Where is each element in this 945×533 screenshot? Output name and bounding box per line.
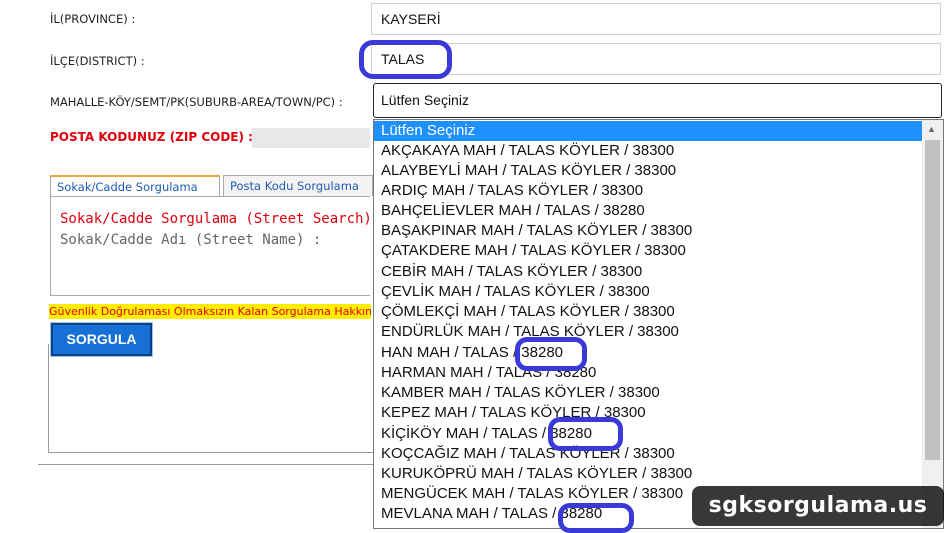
neighborhood-dropdown-list[interactable]: Lütfen Seçiniz AKÇAKAYA MAH / TALAS KÖYL… xyxy=(373,119,944,529)
scroll-up-icon[interactable]: ▲ xyxy=(927,124,936,134)
dropdown-option[interactable]: KİÇİKÖY MAH / TALAS / 38280 xyxy=(374,424,922,444)
dropdown-option[interactable]: ÇÖMLEKÇİ MAH / TALAS KÖYLER / 38300 xyxy=(374,302,922,322)
dropdown-option[interactable]: AKÇAKAYA MAH / TALAS KÖYLER / 38300 xyxy=(374,141,922,161)
dropdown-scrollbar[interactable]: ▲ xyxy=(922,120,943,528)
street-name-label: Sokak/Cadde Adı (Street Name) : xyxy=(60,232,322,248)
dropdown-option[interactable]: KOÇCAĞIZ MAH / TALAS KÖYLER / 38300 xyxy=(374,444,922,464)
province-label: İL(PROVINCE) : xyxy=(50,12,136,26)
dropdown-option[interactable]: KURUKÖPRÜ MAH / TALAS KÖYLER / 38300 xyxy=(374,464,922,484)
dropdown-option[interactable]: KAMBER MAH / TALAS KÖYLER / 38300 xyxy=(374,383,922,403)
scrollbar-thumb[interactable] xyxy=(925,140,940,460)
divider xyxy=(38,464,373,465)
dropdown-option[interactable]: ENDÜRLÜK MAH / TALAS KÖYLER / 38300 xyxy=(374,322,922,342)
dropdown-option[interactable]: BAŞAKPINAR MAH / TALAS KÖYLER / 38300 xyxy=(374,221,922,241)
dropdown-option[interactable]: HAN MAH / TALAS / 38280 xyxy=(374,343,922,363)
dropdown-option[interactable]: BAHÇELİEVLER MAH / TALAS / 38280 xyxy=(374,201,922,221)
security-warning: Güvenlik Doğrulaması Olmaksızın Kalan So… xyxy=(49,304,371,319)
zip-code-label: POSTA KODUNUZ (ZIP CODE) : xyxy=(50,130,253,144)
dropdown-option[interactable]: Lütfen Seçiniz xyxy=(374,121,922,141)
neighborhood-select[interactable]: Lütfen Seçiniz xyxy=(373,83,942,118)
dropdown-option[interactable]: ARDIÇ MAH / TALAS KÖYLER / 38300 xyxy=(374,181,922,201)
district-label: İLÇE(DISTRICT) : xyxy=(50,54,145,68)
dropdown-option[interactable]: CEBİR MAH / TALAS KÖYLER / 38300 xyxy=(374,262,922,282)
dropdown-option[interactable]: HARMAN MAH / TALAS / 38280 xyxy=(374,363,922,383)
district-field[interactable]: TALAS xyxy=(371,43,941,75)
divider xyxy=(48,452,373,453)
tab-street-search[interactable]: Sokak/Cadde Sorgulama xyxy=(50,175,220,196)
dropdown-option[interactable]: ÇEVLİK MAH / TALAS KÖYLER / 38300 xyxy=(374,282,922,302)
dropdown-option[interactable]: ALAYBEYLİ MAH / TALAS KÖYLER / 38300 xyxy=(374,161,922,181)
tab-zip-search[interactable]: Posta Kodu Sorgulama xyxy=(223,175,373,196)
dropdown-option[interactable]: ÇATAKDERE MAH / TALAS KÖYLER / 38300 xyxy=(374,241,922,261)
divider xyxy=(48,344,49,452)
zip-code-value xyxy=(252,128,370,148)
dropdown-option[interactable]: KEPEZ MAH / TALAS KÖYLER / 38300 xyxy=(374,403,922,423)
street-search-title: Sokak/Cadde Sorgulama (Street Search) xyxy=(60,211,372,227)
watermark: sgksorgulama.us xyxy=(692,486,944,526)
submit-button[interactable]: SORGULA xyxy=(50,322,153,357)
province-field[interactable]: KAYSERİ xyxy=(371,3,941,35)
neighborhood-label: MAHALLE-KÖY/SEMT/PK(SUBURB-AREA/TOWN/PC)… xyxy=(50,95,343,109)
